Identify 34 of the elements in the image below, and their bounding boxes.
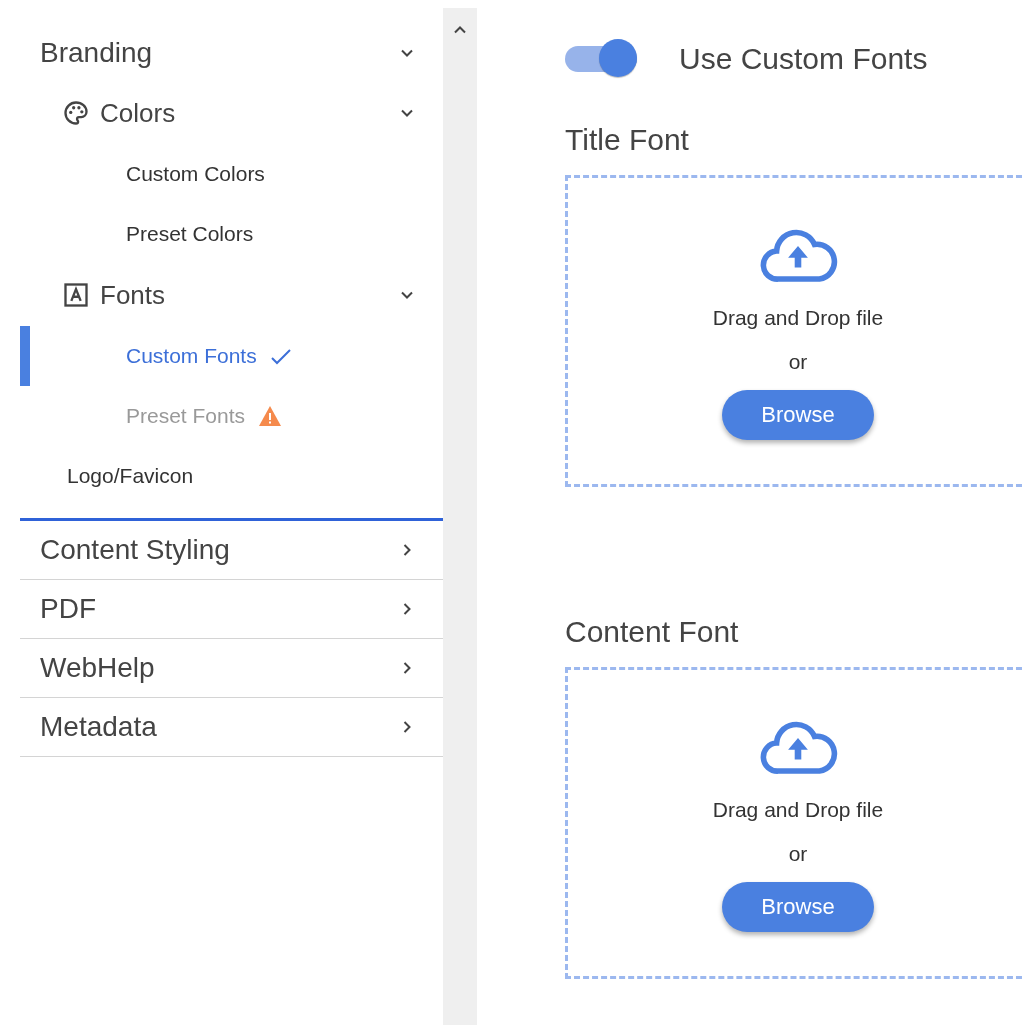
section-title: Metadata [40,711,157,743]
section-header[interactable]: PDF [20,580,443,638]
upload-title: Content Font [565,615,740,649]
section-header[interactable]: WebHelp [20,639,443,697]
drop-hint: Drag and Drop file [712,306,884,330]
group-header[interactable]: Fonts [20,264,443,326]
warning-icon [257,404,284,428]
scrollbar[interactable] [443,8,477,1025]
browse-button[interactable]: Browse [722,390,874,440]
palette-icon [62,99,90,127]
section-title: Content Styling [40,534,230,566]
section-title: WebHelp [40,652,155,684]
section-header[interactable]: Branding [20,24,443,82]
toggle-switch[interactable] [565,39,639,79]
nav-item[interactable]: Preset Colors [126,222,254,246]
section-title: PDF [40,593,96,625]
drop-hint: Drag and Drop file [712,798,884,822]
cloud-upload-icon [758,720,838,776]
group-title: Colors [100,97,177,129]
cloud-upload-icon [758,228,838,284]
group-title: Fonts [100,279,167,311]
section-header[interactable]: Content Styling [20,521,443,579]
section-header[interactable]: Metadata [20,698,443,756]
browse-button[interactable]: Browse [722,882,874,932]
toggle-label: Use Custom Fonts [679,42,928,76]
nav-item[interactable]: Custom Colors [126,162,265,186]
upload-title: Title Font [565,123,690,157]
font-icon [62,281,90,309]
nav-item[interactable]: Logo/Favicon [67,464,194,488]
group-header[interactable]: Colors [20,82,443,144]
section-title: Branding [40,37,153,69]
nav-item[interactable]: Custom Fonts [126,344,257,368]
or-text: or [788,842,808,866]
or-text: or [788,350,808,374]
